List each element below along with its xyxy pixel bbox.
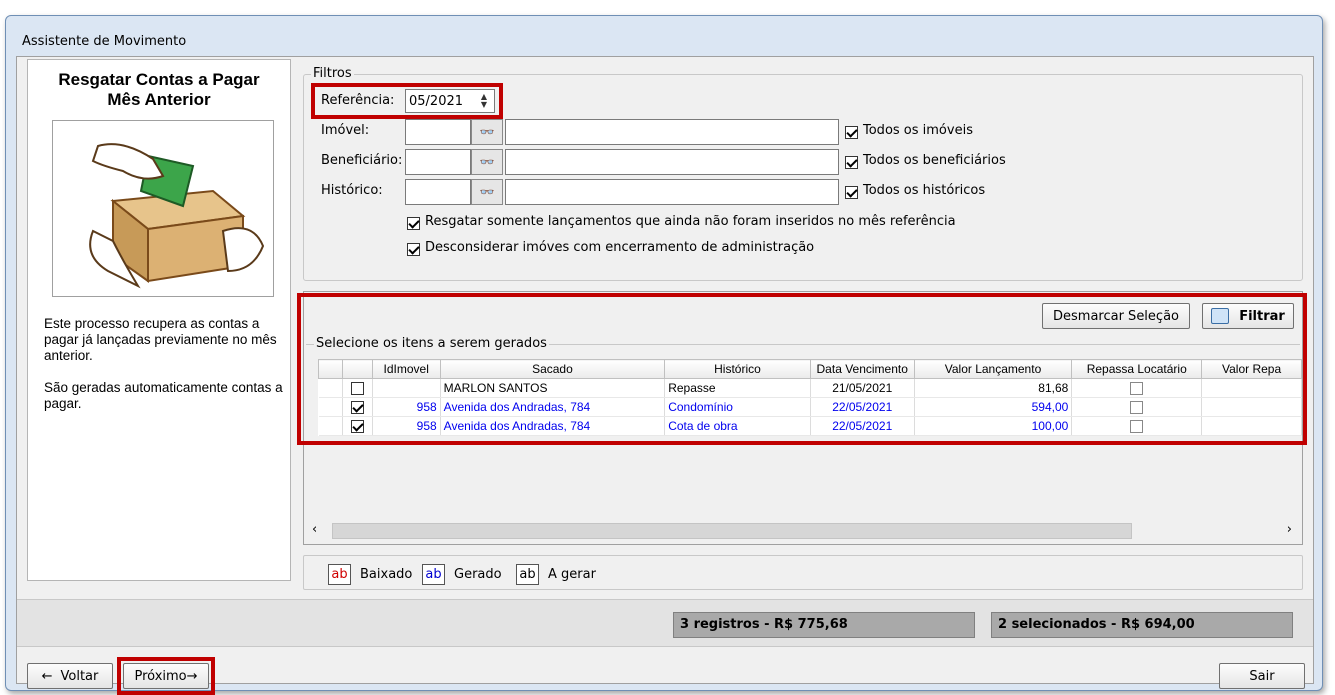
gerado-label: Gerado — [454, 567, 502, 582]
arrow-left-icon: ← — [41, 668, 53, 684]
scroll-right-icon[interactable]: › — [1287, 522, 1292, 537]
a-gerar-swatch: ab — [516, 564, 539, 585]
desconsiderar-checkbox[interactable] — [407, 243, 420, 256]
grid-highlight — [297, 293, 1307, 445]
status-legend: ab Baixado ab Gerado ab A gerar — [303, 555, 1303, 590]
title-bar: Assistente de Movimento — [6, 16, 1322, 56]
grid-horizontal-scrollbar[interactable]: ‹ › — [306, 520, 1300, 542]
resgatar-somente-label: Resgatar somente lançamentos que ainda n… — [425, 214, 956, 229]
todos-imoveis-label: Todos os imóveis — [863, 123, 973, 138]
beneficiario-label: Beneficiário: — [321, 153, 403, 168]
wizard-side-panel: Resgatar Contas a Pagar Mês Anterior Est… — [27, 59, 291, 581]
imovel-code-field[interactable] — [405, 119, 471, 145]
a-gerar-label: A gerar — [548, 567, 596, 582]
beneficiario-search-button[interactable]: 👓 — [471, 149, 503, 175]
imovel-description-field[interactable] — [505, 119, 839, 145]
filters-legend: Filtros — [311, 66, 354, 81]
desconsiderar-label: Desconsiderar imóves com encerramento de… — [425, 240, 815, 255]
beneficiario-description-field[interactable] — [505, 149, 839, 175]
step-title: Resgatar Contas a Pagar Mês Anterior — [28, 70, 290, 110]
historico-label: Histórico: — [321, 183, 383, 198]
todos-imoveis-checkbox[interactable] — [845, 126, 858, 139]
sair-label: Sair — [1249, 668, 1275, 684]
window-title: Assistente de Movimento — [22, 34, 187, 49]
registros-summary: 3 registros - R$ 775,68 — [673, 612, 975, 638]
wizard-window: Assistente de Movimento Resgatar Contas … — [5, 15, 1323, 695]
step-description: Este processo recupera as contas a pagar… — [44, 316, 284, 428]
binoculars-icon: 👓 — [479, 185, 495, 199]
selecionados-summary: 2 selecionados - R$ 694,00 — [991, 612, 1293, 638]
todos-historicos-label: Todos os históricos — [863, 183, 986, 198]
beneficiario-code-field[interactable] — [405, 149, 471, 175]
imovel-search-button[interactable]: 👓 — [471, 119, 503, 145]
gerado-swatch: ab — [422, 564, 445, 585]
binoculars-icon: 👓 — [479, 125, 495, 139]
hand-money-box-icon — [89, 143, 265, 289]
baixado-swatch: ab — [328, 564, 351, 585]
referencia-highlight — [311, 83, 503, 119]
imovel-label: Imóvel: — [321, 123, 370, 138]
todos-beneficiarios-label: Todos os beneficiários — [863, 153, 1006, 168]
resgatar-somente-checkbox[interactable] — [407, 217, 420, 230]
historico-description-field[interactable] — [505, 179, 839, 205]
scrollbar-thumb[interactable] — [332, 523, 1132, 539]
historico-code-field[interactable] — [405, 179, 471, 205]
step-title-line2: Mês Anterior — [107, 90, 211, 109]
step-title-line1: Resgatar Contas a Pagar — [58, 70, 260, 89]
window-client-area: Resgatar Contas a Pagar Mês Anterior Est… — [16, 56, 1314, 695]
voltar-label: Voltar — [60, 668, 99, 684]
summary-strip: 3 registros - R$ 775,68 2 selecionados -… — [17, 599, 1313, 647]
step-description-1: Este processo recupera as contas a pagar… — [44, 316, 277, 363]
money-box-illustration — [52, 120, 274, 297]
todos-historicos-checkbox[interactable] — [845, 186, 858, 199]
binoculars-icon: 👓 — [479, 155, 495, 169]
voltar-button[interactable]: ← Voltar — [27, 663, 113, 689]
scroll-left-icon[interactable]: ‹ — [312, 522, 317, 537]
step-description-2: São geradas automaticamente contas a pag… — [44, 380, 283, 411]
baixado-label: Baixado — [360, 567, 413, 582]
sair-button[interactable]: Sair — [1219, 663, 1305, 689]
historico-search-button[interactable]: 👓 — [471, 179, 503, 205]
todos-beneficiarios-checkbox[interactable] — [845, 156, 858, 169]
proximo-highlight — [117, 657, 215, 695]
